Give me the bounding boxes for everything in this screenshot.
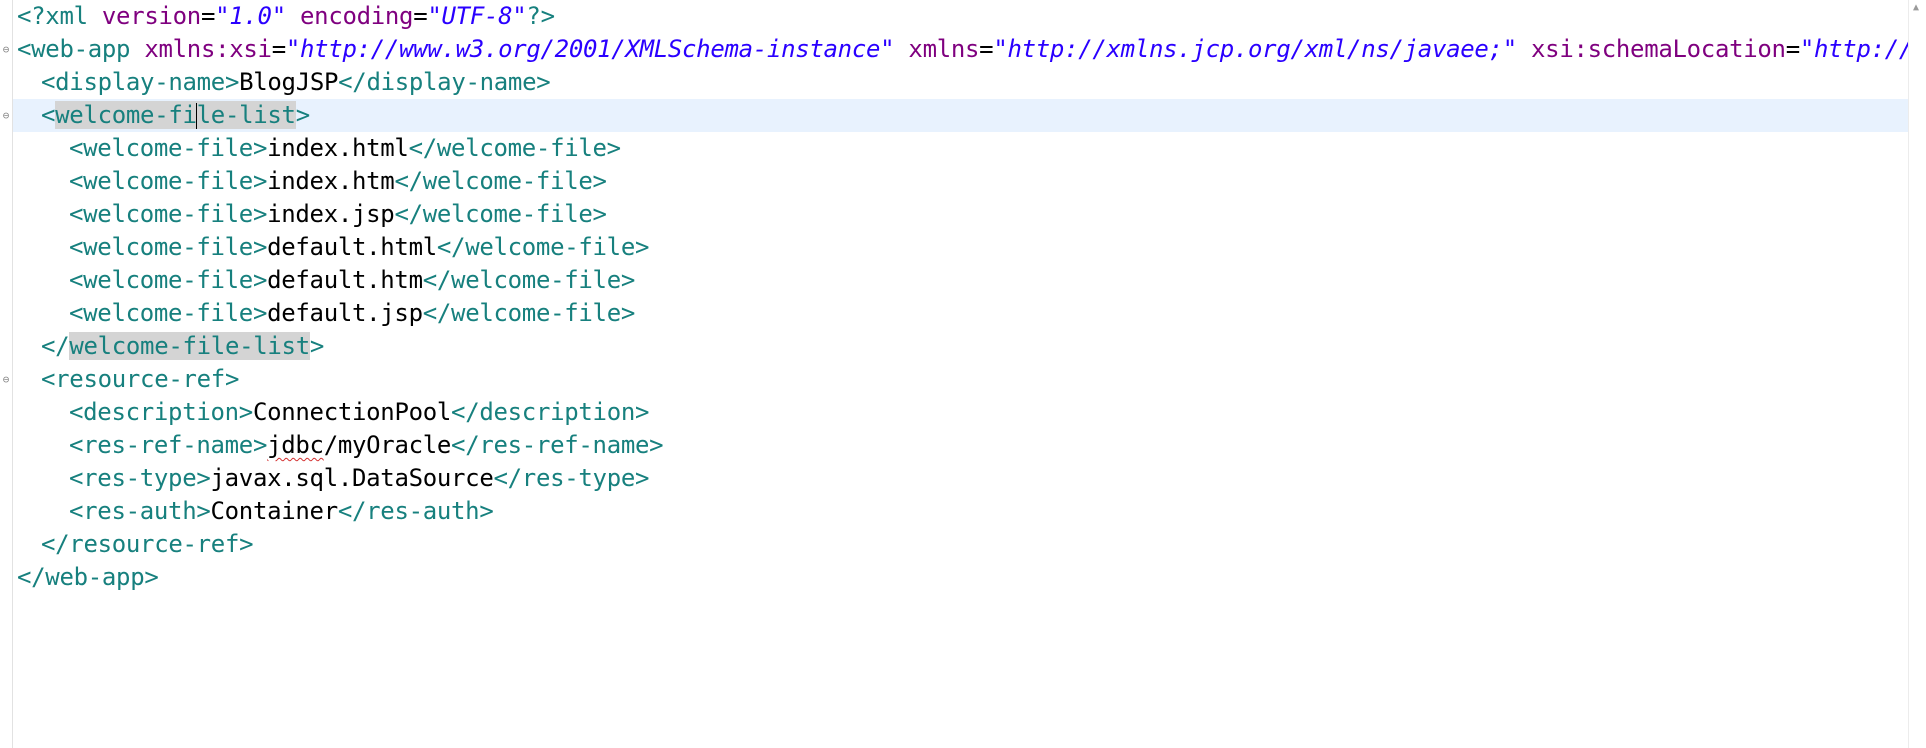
xml-tag-token: <res-type> <box>69 464 211 492</box>
xml-attribute-name: xsi:schemaLocation <box>1531 35 1786 63</box>
code-line[interactable]: <welcome-file>index.jsp</welcome-file> <box>13 198 1909 231</box>
code-line[interactable]: </resource-ref> <box>13 528 1909 561</box>
code-line[interactable]: <?xml version="1.0" encoding="UTF-8"?> <box>13 0 1909 33</box>
xml-tag-token: <display-name> <box>41 68 240 96</box>
xml-text-content: index.jsp <box>267 200 395 228</box>
xml-tag-token: <description> <box>69 398 253 426</box>
xml-tag-token: </welcome-file> <box>422 299 636 327</box>
xml-tag-token: <welcome-file> <box>69 266 268 294</box>
xml-attribute-value: "http://xmlns. <box>1799 35 1909 63</box>
xml-tag-token: </resource-ref> <box>41 530 254 558</box>
fold-gutter: ⊖ ⊖ ⊖ <box>0 0 13 748</box>
xml-editor[interactable]: ⊖ ⊖ ⊖ <?xml version="1.0" encoding="UTF-8"… <box>0 0 1926 748</box>
xml-tag-token: </res-type> <box>493 464 650 492</box>
xml-tag-token: </description> <box>451 398 650 426</box>
xml-processing-instruction: ?> <box>526 2 555 30</box>
xml-text-content: = <box>271 35 286 63</box>
xml-text-content: index.htm <box>267 167 395 195</box>
xml-tag-token: <welcome-file> <box>69 134 268 162</box>
xml-tag-occurrence-highlight: welcome-file-list <box>69 332 310 360</box>
xml-attribute-name: xmlns:xsi <box>144 35 272 63</box>
spelling-error-text: jdbc <box>267 431 324 459</box>
xml-tag-token: </welcome-file> <box>408 134 622 162</box>
xml-tag-token: <welcome-file> <box>69 233 268 261</box>
xml-tag-token: <welcome-file> <box>69 200 268 228</box>
xml-text-content <box>894 35 908 63</box>
xml-tag-token: <web-app <box>17 35 145 63</box>
xml-attribute-name: encoding <box>300 2 414 30</box>
xml-text-content: = <box>979 35 994 63</box>
scroll-up-arrow-icon[interactable]: ▲ <box>1913 2 1919 13</box>
code-line[interactable]: </welcome-file-list> <box>13 330 1909 363</box>
code-line[interactable]: </web-app> <box>13 561 1909 594</box>
xml-text-content: default.jsp <box>267 299 423 327</box>
xml-tag-token: <resource-ref> <box>41 365 240 393</box>
xml-tag-token: </ <box>41 332 70 360</box>
code-line[interactable]: <res-auth>Container</res-auth> <box>13 495 1909 528</box>
xml-text-content: = <box>413 2 428 30</box>
xml-text-content: default.html <box>267 233 437 261</box>
code-line[interactable]: <welcome-file>default.jsp</welcome-file> <box>13 297 1909 330</box>
xml-tag-token: </res-auth> <box>337 497 494 525</box>
code-line-current[interactable]: <welcome-file-list> <box>13 99 1909 132</box>
xml-tag-token: <welcome-file> <box>69 167 268 195</box>
xml-tag-token: > <box>309 332 325 360</box>
xml-text-content: Container <box>210 497 339 525</box>
code-line[interactable]: <welcome-file>index.htm</welcome-file> <box>13 165 1909 198</box>
xml-tag-token: > <box>295 101 310 129</box>
xml-tag-token: <res-auth> <box>69 497 211 525</box>
code-area[interactable]: <?xml version="1.0" encoding="UTF-8"?> <w… <box>13 0 1909 748</box>
xml-tag-token: <res-ref-name> <box>69 431 268 459</box>
xml-attribute-value: "UTF-8" <box>427 2 527 30</box>
xml-tag-token: </display-name> <box>338 68 551 96</box>
xml-text-content: javax.sql.DataSource <box>210 464 494 492</box>
xml-tag-token: </web-app> <box>17 563 159 591</box>
xml-text-content: = <box>1785 35 1800 63</box>
fold-collapse-icon[interactable]: ⊖ <box>0 43 12 56</box>
xml-text-content: = <box>200 2 216 30</box>
xml-attribute-value: "1.0" <box>215 2 286 30</box>
xml-tag-token: </welcome-file> <box>436 233 650 261</box>
xml-tag-token: < <box>41 101 56 129</box>
code-line[interactable]: <resource-ref> <box>13 363 1909 396</box>
code-line[interactable]: <description>ConnectionPool</description… <box>13 396 1909 429</box>
xml-text-content <box>1517 35 1531 63</box>
code-line[interactable]: <welcome-file>index.html</welcome-file> <box>13 132 1909 165</box>
code-line[interactable]: <web-app xmlns:xsi="http://www.w3.org/20… <box>13 33 1909 66</box>
xml-text-content: /myOracle <box>323 431 452 459</box>
vertical-scrollbar[interactable]: ▲ <box>1908 0 1926 748</box>
xml-text-content: index.html <box>267 134 409 162</box>
fold-collapse-icon[interactable]: ⊖ <box>0 109 12 122</box>
code-line[interactable]: <welcome-file>default.html</welcome-file… <box>13 231 1909 264</box>
xml-attribute-value: "http://xmlns.jcp.org/xml/ns/javaee;" <box>993 35 1517 63</box>
code-line[interactable]: <res-ref-name>jdbc/myOracle</res-ref-nam… <box>13 429 1909 462</box>
xml-tag-occurrence-highlight: le-list <box>196 101 296 129</box>
xml-tag-token: </welcome-file> <box>394 167 607 195</box>
xml-attribute-name: xmlns <box>908 35 980 63</box>
code-line[interactable]: <res-type>javax.sql.DataSource</res-type… <box>13 462 1909 495</box>
xml-processing-instruction: <?xml <box>17 2 102 30</box>
code-line[interactable]: <display-name>BlogJSP</display-name> <box>13 66 1909 99</box>
xml-tag-token: </welcome-file> <box>422 266 636 294</box>
xml-text-content: default.htm <box>267 266 423 294</box>
code-line[interactable]: <welcome-file>default.htm</welcome-file> <box>13 264 1909 297</box>
xml-text-content <box>286 2 300 30</box>
xml-text-content: BlogJSP <box>239 68 339 96</box>
xml-tag-occurrence-highlight: welcome-fi <box>55 101 197 129</box>
xml-text-content: ConnectionPool <box>252 398 452 426</box>
xml-attribute-name: version <box>101 2 201 30</box>
xml-attribute-value: "http://www.w3.org/2001/XMLSchema-instan… <box>285 35 895 63</box>
xml-tag-token: </res-ref-name> <box>451 431 664 459</box>
xml-tag-token: </welcome-file> <box>394 200 607 228</box>
fold-collapse-icon[interactable]: ⊖ <box>0 373 12 386</box>
xml-tag-token: <welcome-file> <box>69 299 268 327</box>
